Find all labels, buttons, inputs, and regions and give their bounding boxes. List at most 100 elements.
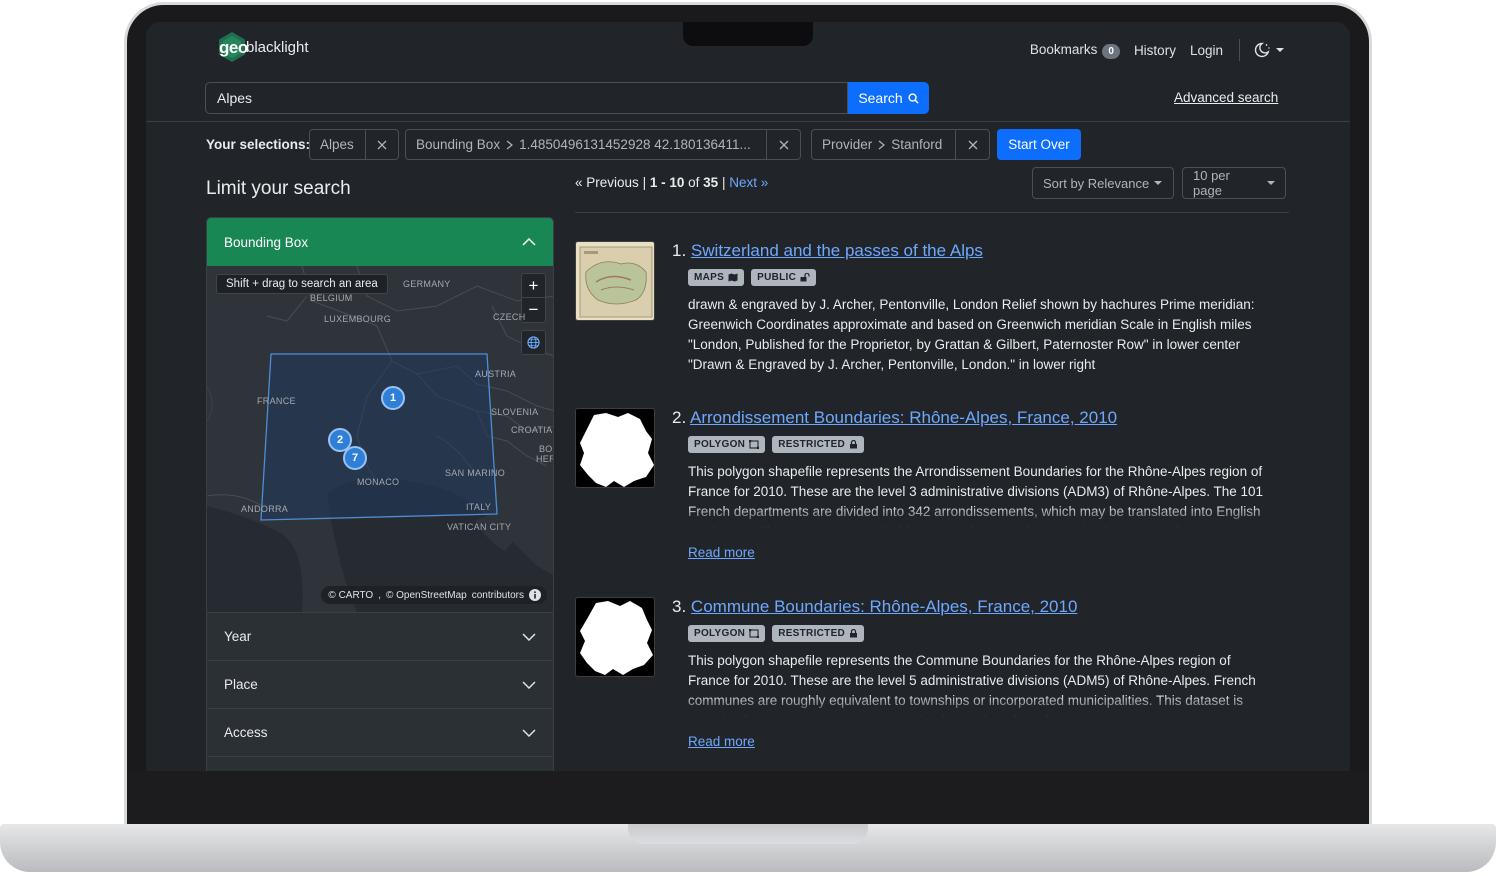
result-thumbnail[interactable] — [575, 408, 655, 488]
sidebar-title: Limit your search — [206, 178, 351, 199]
pagination-separator: | — [642, 175, 647, 190]
pagination: « Previous | 1 - 10 of 35 | Next » — [575, 175, 768, 190]
result-tags: POLYGON RESTRICTED — [688, 625, 865, 642]
chevron-right-icon — [506, 140, 514, 149]
result-title-link[interactable]: Arrondissement Boundaries: Rhône-Alpes, … — [690, 408, 1117, 427]
map-label: CROATIA — [511, 425, 553, 435]
read-more-link[interactable]: Read more — [688, 734, 755, 749]
selection-text[interactable]: Bounding Box 1.4850496131452928 42.18013… — [406, 130, 766, 159]
map-label: SLOVENIA — [491, 407, 539, 417]
results-divider — [575, 212, 1289, 213]
sort-dropdown[interactable]: Sort by Relevance — [1032, 167, 1174, 199]
map-tooltip: Shift + drag to search an area — [216, 274, 388, 294]
next-page-link[interactable]: Next » — [729, 175, 768, 190]
previous-page-link: « Previous — [575, 175, 639, 190]
polygon-icon — [749, 629, 760, 638]
attribution-osm-link[interactable]: © OpenStreetMap — [386, 590, 467, 601]
map-label: HER — [536, 454, 553, 464]
reset-view-button[interactable] — [521, 330, 546, 355]
map-thumbnail-image — [576, 242, 654, 320]
result-title: 1. Switzerland and the passes of the Alp… — [672, 241, 983, 261]
result-number: 3. — [672, 597, 687, 616]
bounding-box-map[interactable]: Shift + drag to search an area + − GERMA… — [207, 266, 553, 612]
search-input[interactable]: Alpes — [205, 82, 848, 114]
logo-mark: geo — [216, 31, 248, 63]
info-icon[interactable] — [529, 589, 541, 601]
sort-label: Sort by Relevance — [1043, 175, 1150, 191]
close-icon — [377, 140, 387, 149]
result-title-link[interactable]: Switzerland and the passes of the Alps — [691, 241, 983, 260]
facet-header-access[interactable]: Access — [207, 708, 553, 756]
remove-selection-button[interactable] — [364, 130, 398, 159]
result-title-link[interactable]: Commune Boundaries: Rhône-Alpes, France,… — [691, 597, 1078, 616]
chevron-down-icon — [1267, 181, 1275, 185]
lock-icon — [850, 440, 858, 449]
chevron-down-icon — [1154, 181, 1163, 185]
map-label: VATICAN CITY — [447, 522, 512, 532]
attribution-carto-link[interactable]: © CARTO — [328, 590, 373, 601]
result-item: 3. Commune Boundaries: Rhône-Alpes, Fran… — [575, 597, 1275, 757]
result-item: 2. Arrondissement Boundaries: Rhône-Alpe… — [575, 408, 1275, 568]
chevron-down-icon — [1276, 48, 1284, 52]
advanced-search-link[interactable]: Advanced search — [1174, 90, 1278, 105]
result-thumbnail[interactable] — [575, 597, 655, 677]
camera-notch — [683, 22, 813, 46]
access-tag: PUBLIC — [751, 269, 817, 286]
resource-type-tag: POLYGON — [688, 436, 766, 453]
selection-value: 1.4850496131452928 42.180136411... — [519, 137, 751, 152]
result-tags: MAPS PUBLIC — [688, 269, 817, 286]
result-description: This polygon shapefile represents the Ar… — [688, 464, 1264, 528]
facet-label: Year — [224, 629, 252, 644]
page-range: 1 - 10 — [649, 175, 685, 190]
result-number: 1. — [672, 241, 687, 260]
zoom-in-button[interactable]: + — [522, 274, 545, 298]
map-cluster-marker[interactable]: 1 — [381, 386, 405, 410]
selection-chip-query: Alpes — [309, 129, 399, 160]
selection-text[interactable]: Provider Stanford — [812, 130, 955, 159]
history-link[interactable]: History — [1134, 43, 1176, 58]
per-page-dropdown[interactable]: 10 per page — [1182, 167, 1286, 199]
selection-chip-bounding-box: Bounding Box 1.4850496131452928 42.18013… — [405, 129, 801, 160]
map-label: MONACO — [357, 477, 400, 487]
map-label: SAN MARINO — [445, 468, 506, 478]
nav-links: Bookmarks 0 History Login — [1030, 39, 1284, 61]
map-label: FRANCE — [257, 396, 296, 406]
close-icon — [779, 140, 789, 149]
browser-viewport: geo blacklight Bookmarks 0 History Login … — [146, 22, 1350, 771]
facet-header-bounding-box[interactable]: Bounding Box — [207, 218, 553, 266]
map-cluster-marker[interactable]: 7 — [343, 446, 367, 470]
map-label: BO — [539, 444, 553, 454]
resource-type-tag: MAPS — [688, 269, 745, 286]
per-page-label: 10 per page — [1193, 168, 1230, 198]
facet-label: Bounding Box — [224, 234, 309, 250]
login-link[interactable]: Login — [1190, 43, 1223, 58]
remove-selection-button[interactable] — [955, 130, 989, 159]
facet-header-place[interactable]: Place — [207, 660, 553, 708]
tag-label: MAPS — [694, 272, 725, 283]
chevron-down-icon — [522, 632, 536, 641]
map-label: BELGIUM — [310, 293, 353, 303]
search-button-label: Search — [858, 90, 903, 106]
start-over-button[interactable]: Start Over — [997, 129, 1081, 160]
theme-toggle[interactable] — [1254, 42, 1284, 58]
result-thumbnail[interactable] — [575, 241, 655, 321]
site-logo[interactable]: geo blacklight — [216, 31, 309, 63]
search-button[interactable]: Search — [848, 82, 929, 114]
result-tags: POLYGON RESTRICTED — [688, 436, 865, 453]
facet-header-year[interactable]: Year — [207, 612, 553, 660]
result-title: 2. Arrondissement Boundaries: Rhône-Alpe… — [672, 408, 1117, 428]
map-label: AUSTRIA — [475, 369, 517, 379]
chevron-down-icon — [522, 728, 536, 737]
unlock-icon — [800, 273, 810, 282]
tag-label: POLYGON — [694, 439, 746, 450]
map-label: ANDORRA — [241, 504, 289, 514]
bookmarks-link[interactable]: Bookmarks 0 — [1030, 42, 1120, 59]
facet-header-more[interactable] — [207, 756, 553, 771]
selection-value[interactable]: Alpes — [310, 130, 365, 159]
tag-label: RESTRICTED — [778, 439, 846, 450]
read-more-link[interactable]: Read more — [688, 545, 755, 560]
results-total: 35 — [703, 175, 719, 190]
remove-selection-button[interactable] — [766, 130, 800, 159]
chevron-right-icon — [878, 140, 886, 149]
globe-icon — [527, 336, 540, 349]
